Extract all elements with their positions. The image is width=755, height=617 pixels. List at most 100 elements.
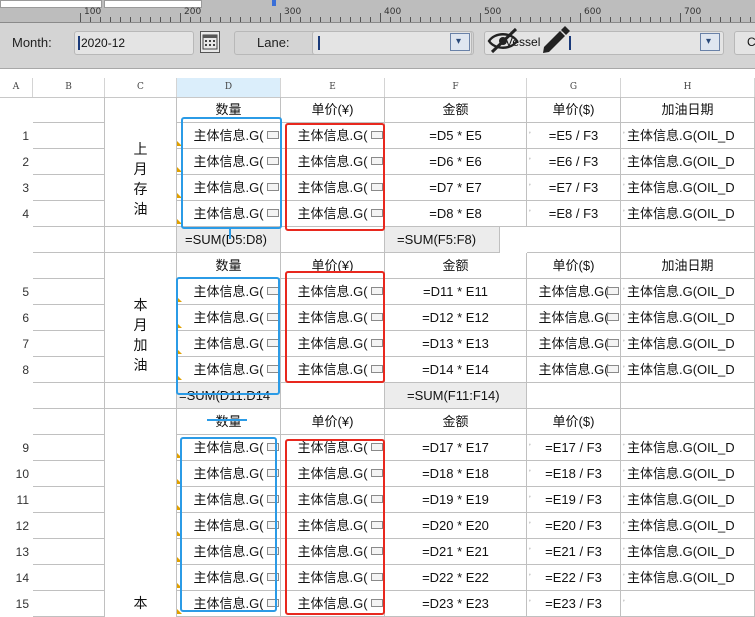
oil-date-cell[interactable]: 主体信息.G(OIL_D ʼ (621, 331, 755, 357)
row-number[interactable]: 1 (0, 123, 33, 149)
unit-price-usd-cell[interactable]: =E20 / F3 ʼ (527, 513, 621, 539)
oil-date-cell[interactable]: 主体信息.G(OIL_D ʼ (621, 123, 755, 149)
grid-cell[interactable] (33, 175, 105, 201)
unit-price-usd-cell[interactable]: =E22 / F3 ʼ (527, 565, 621, 591)
unit-price-usd-cell[interactable]: =E23 / F3 ʼ (527, 591, 621, 617)
section-label-this-month-refuel[interactable]: 本 月 加 油 (105, 253, 177, 383)
grid-cell[interactable] (33, 123, 105, 149)
amount-cell[interactable]: =D6 * E6 (385, 149, 527, 175)
grid-cell[interactable] (527, 383, 621, 409)
row-number[interactable]: 5 (0, 279, 33, 305)
unit-price-usd-cell[interactable]: 主体信息.G( (527, 305, 621, 331)
row-number[interactable] (0, 409, 33, 435)
row-number[interactable]: 8 (0, 357, 33, 383)
lane-dropdown-button[interactable]: ▾ (450, 33, 470, 51)
row-number[interactable]: 12 (0, 513, 33, 539)
section-label-this-month[interactable]: 本 (105, 409, 177, 617)
unit-price-cny-cell[interactable]: 主体信息.G( (281, 461, 385, 487)
amount-cell[interactable]: =D11 * E11 (385, 279, 527, 305)
row-number[interactable]: 6 (0, 305, 33, 331)
amount-cell[interactable]: =D5 * E5 (385, 123, 527, 149)
unit-price-cny-cell[interactable]: 主体信息.G( (281, 201, 385, 227)
grid-cell[interactable] (105, 227, 177, 253)
grid-cell[interactable] (33, 331, 105, 357)
row-number[interactable] (0, 253, 33, 279)
quantity-cell[interactable]: 主体信息.G( (177, 565, 281, 591)
amount-cell[interactable]: =D23 * E23 (385, 591, 527, 617)
unit-price-usd-cell[interactable]: =E5 / F3 ʼ (527, 123, 621, 149)
oil-date-cell[interactable]: 主体信息.G(OIL_D ʼ (621, 435, 755, 461)
sum-quantity-cell[interactable]: =SUM(D11:D14 (177, 383, 281, 409)
amount-cell[interactable]: =D21 * E21 (385, 539, 527, 565)
unit-price-usd-cell[interactable]: =E21 / F3 ʼ (527, 539, 621, 565)
unit-price-usd-cell[interactable]: =E6 / F3 ʼ (527, 149, 621, 175)
unit-price-usd-cell[interactable]: =E8 / F3 ʼ (527, 201, 621, 227)
unit-price-cny-cell[interactable]: 主体信息.G( (281, 123, 385, 149)
quantity-cell[interactable]: 主体信息.G( (177, 357, 281, 383)
grid-cell[interactable] (33, 253, 105, 279)
unit-price-usd-cell[interactable]: =E17 / F3 ʼ (527, 435, 621, 461)
column-header-a[interactable]: A (0, 78, 33, 97)
section-label-last-month-stock[interactable]: 上 月 存 油 (105, 97, 177, 227)
quantity-cell[interactable]: 主体信息.G( (177, 513, 281, 539)
header-cell-d[interactable]: 数量 (177, 97, 281, 123)
quantity-cell[interactable]: 主体信息.G( (177, 331, 281, 357)
grid-cell[interactable] (105, 383, 177, 409)
grid-cell[interactable] (527, 227, 621, 253)
header-cell-d[interactable]: 数量 (177, 409, 281, 435)
amount-cell[interactable]: =D12 * E12 (385, 305, 527, 331)
grid-cell[interactable] (281, 383, 385, 409)
month-field[interactable]: 2020-12 (74, 31, 194, 55)
grid-cell[interactable] (33, 461, 105, 487)
calendar-icon[interactable] (200, 31, 220, 53)
quantity-cell[interactable]: 主体信息.G( (177, 539, 281, 565)
oil-date-cell[interactable]: 主体信息.G(OIL_D ʼ (621, 513, 755, 539)
grid-cell[interactable] (33, 539, 105, 565)
header-cell-g[interactable]: 单价($) (527, 253, 621, 279)
oil-date-cell[interactable]: 主体信息.G(OIL_D ʼ (621, 357, 755, 383)
header-cell-g[interactable]: 单价($) (527, 409, 621, 435)
pencil-icon[interactable] (538, 21, 570, 55)
unit-price-cny-cell[interactable]: 主体信息.G( (281, 175, 385, 201)
grid-cell[interactable] (621, 383, 755, 409)
quantity-cell[interactable]: 主体信息.G( (177, 201, 281, 227)
row-number[interactable]: 10 (0, 461, 33, 487)
unit-price-usd-cell[interactable]: =E19 / F3 ʼ (527, 487, 621, 513)
unit-price-cny-cell[interactable]: 主体信息.G( (281, 591, 385, 617)
grid-cell[interactable] (33, 435, 105, 461)
amount-cell[interactable]: =D14 * E14 (385, 357, 527, 383)
row-number[interactable]: 9 (0, 435, 33, 461)
header-cell-h[interactable]: 加油日期 (621, 97, 755, 123)
row-number[interactable]: 11 (0, 487, 33, 513)
column-header-e[interactable]: E (281, 78, 385, 97)
oil-date-cell[interactable]: 主体信息.G(OIL_D ʼ (621, 149, 755, 175)
amount-cell[interactable]: =D7 * E7 (385, 175, 527, 201)
vessel-dropdown-button[interactable]: ▾ (700, 33, 720, 51)
grid-cell[interactable] (33, 487, 105, 513)
grid-cell[interactable] (33, 565, 105, 591)
oil-date-cell[interactable]: 主体信息.G(OIL_D ʼ (621, 461, 755, 487)
oil-date-cell[interactable]: 主体信息.G(OIL_D ʼ (621, 565, 755, 591)
row-number[interactable] (0, 97, 33, 123)
header-cell-d[interactable]: 数量 (177, 253, 281, 279)
header-cell-e[interactable]: 单价(¥) (281, 97, 385, 123)
unit-price-cny-cell[interactable]: 主体信息.G( (281, 331, 385, 357)
row-number[interactable] (0, 227, 33, 253)
row-number[interactable] (0, 383, 33, 409)
grid-cell[interactable] (621, 227, 755, 253)
unit-price-usd-cell[interactable]: =E18 / F3 ʼ (527, 461, 621, 487)
row-number[interactable]: 14 (0, 565, 33, 591)
oil-date-cell[interactable]: ʼ (621, 591, 755, 617)
oil-date-cell[interactable]: 主体信息.G(OIL_D ʼ (621, 487, 755, 513)
grid-cell[interactable] (33, 305, 105, 331)
amount-cell[interactable]: =D17 * E17 (385, 435, 527, 461)
row-number[interactable]: 4 (0, 201, 33, 227)
row-number[interactable]: 2 (0, 149, 33, 175)
unit-price-cny-cell[interactable]: 主体信息.G( (281, 279, 385, 305)
amount-cell[interactable]: =D18 * E18 (385, 461, 527, 487)
grid-cell[interactable] (33, 513, 105, 539)
quantity-cell[interactable]: 主体信息.G( (177, 305, 281, 331)
sum-amount-cell[interactable]: =SUM(F11:F14) (385, 383, 527, 409)
unit-price-usd-cell[interactable]: =E7 / F3 ʼ (527, 175, 621, 201)
grid-cell[interactable] (33, 409, 105, 435)
